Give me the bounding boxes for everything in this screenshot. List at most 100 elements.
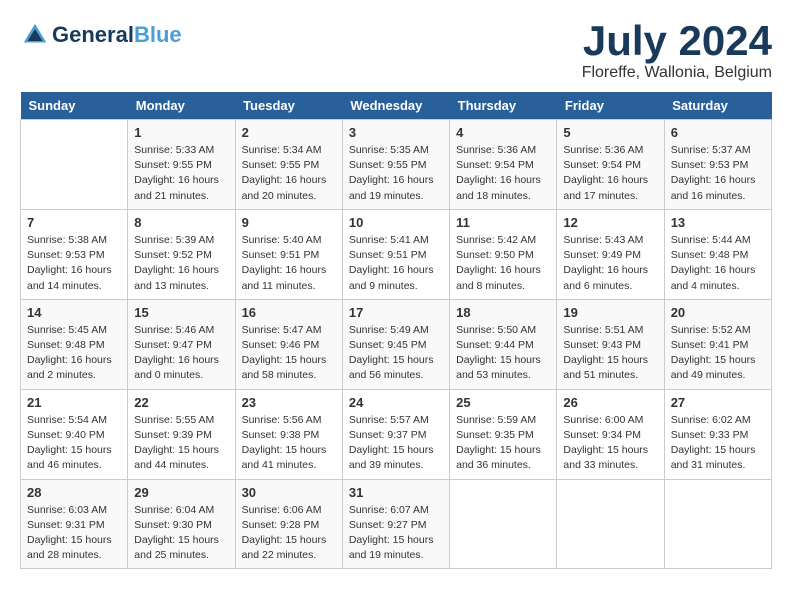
calendar-table: SundayMondayTuesdayWednesdayThursdayFrid… [20,92,772,569]
day-info: Sunrise: 6:03 AM Sunset: 9:31 PM Dayligh… [27,503,121,564]
calendar-cell: 11 Sunrise: 5:42 AM Sunset: 9:50 PM Dayli… [450,209,557,299]
weekday-header-tuesday: Tuesday [235,92,342,120]
logo-icon [20,20,50,50]
calendar-cell: 21 Sunrise: 5:54 AM Sunset: 9:40 PM Dayli… [21,389,128,479]
weekday-header-saturday: Saturday [664,92,771,120]
day-number: 5 [563,125,657,140]
day-info: Sunrise: 5:34 AM Sunset: 9:55 PM Dayligh… [242,143,336,204]
calendar-cell: 10 Sunrise: 5:41 AM Sunset: 9:51 PM Dayli… [342,209,449,299]
day-info: Sunrise: 5:41 AM Sunset: 9:51 PM Dayligh… [349,233,443,294]
day-info: Sunrise: 5:44 AM Sunset: 9:48 PM Dayligh… [671,233,765,294]
location: Floreffe, Wallonia, Belgium [582,64,772,82]
logo: GeneralBlue [20,20,182,50]
day-number: 24 [349,395,443,410]
day-info: Sunrise: 5:42 AM Sunset: 9:50 PM Dayligh… [456,233,550,294]
weekday-header-thursday: Thursday [450,92,557,120]
day-number: 6 [671,125,765,140]
day-number: 31 [349,485,443,500]
weekday-header-wednesday: Wednesday [342,92,449,120]
day-number: 18 [456,305,550,320]
calendar-cell: 29Sunrise: 6:04 AM Sunset: 9:30 PM Dayli… [128,479,235,569]
weekday-header-sunday: Sunday [21,92,128,120]
calendar-week-row: 28 Sunrise: 6:03 AM Sunset: 9:31 PM Dayli… [21,479,772,569]
logo-text: GeneralBlue [52,23,182,47]
day-info: Sunrise: 5:59 AM Sunset: 9:35 PM Dayligh… [456,413,550,474]
day-info: Sunrise: 5:40 AM Sunset: 9:51 PM Dayligh… [242,233,336,294]
day-number: 2 [242,125,336,140]
day-info: Sunrise: 6:02 AM Sunset: 9:33 PM Dayligh… [671,413,765,474]
day-number: 29 [134,485,228,500]
calendar-cell: 18 Sunrise: 5:50 AM Sunset: 9:44 PM Dayli… [450,299,557,389]
day-number: 15 [134,305,228,320]
calendar-cell: 9 Sunrise: 5:40 AM Sunset: 9:51 PM Daylig… [235,209,342,299]
calendar-cell: 3 Sunrise: 5:35 AM Sunset: 9:55 PM Daylig… [342,120,449,210]
day-info: Sunrise: 5:52 AM Sunset: 9:41 PM Dayligh… [671,323,765,384]
calendar-cell: 26 Sunrise: 6:00 AM Sunset: 9:34 PM Dayli… [557,389,664,479]
day-number: 25 [456,395,550,410]
calendar-cell: 16Sunrise: 5:47 AM Sunset: 9:46 PM Dayli… [235,299,342,389]
day-info: Sunrise: 5:36 AM Sunset: 9:54 PM Dayligh… [563,143,657,204]
day-info: Sunrise: 6:06 AM Sunset: 9:28 PM Dayligh… [242,503,336,564]
day-number: 7 [27,215,121,230]
day-info: Sunrise: 5:51 AM Sunset: 9:43 PM Dayligh… [563,323,657,384]
day-info: Sunrise: 5:46 AM Sunset: 9:47 PM Dayligh… [134,323,228,384]
calendar-week-row: 14 Sunrise: 5:45 AM Sunset: 9:48 PM Dayli… [21,299,772,389]
day-info: Sunrise: 5:33 AM Sunset: 9:55 PM Dayligh… [134,143,228,204]
day-info: Sunrise: 5:49 AM Sunset: 9:45 PM Dayligh… [349,323,443,384]
day-info: Sunrise: 5:43 AM Sunset: 9:49 PM Dayligh… [563,233,657,294]
day-number: 26 [563,395,657,410]
day-number: 12 [563,215,657,230]
calendar-cell: 23Sunrise: 5:56 AM Sunset: 9:38 PM Dayli… [235,389,342,479]
day-info: Sunrise: 5:45 AM Sunset: 9:48 PM Dayligh… [27,323,121,384]
day-number: 4 [456,125,550,140]
day-info: Sunrise: 5:57 AM Sunset: 9:37 PM Dayligh… [349,413,443,474]
day-number: 28 [27,485,121,500]
day-info: Sunrise: 5:36 AM Sunset: 9:54 PM Dayligh… [456,143,550,204]
calendar-cell: 27 Sunrise: 6:02 AM Sunset: 9:33 PM Dayli… [664,389,771,479]
calendar-cell: 28 Sunrise: 6:03 AM Sunset: 9:31 PM Dayli… [21,479,128,569]
day-number: 14 [27,305,121,320]
day-number: 3 [349,125,443,140]
day-number: 11 [456,215,550,230]
calendar-cell: 1Sunrise: 5:33 AM Sunset: 9:55 PM Daylig… [128,120,235,210]
calendar-cell: 15 Sunrise: 5:46 AM Sunset: 9:47 PM Dayli… [128,299,235,389]
day-info: Sunrise: 5:55 AM Sunset: 9:39 PM Dayligh… [134,413,228,474]
day-number: 23 [242,395,336,410]
day-number: 8 [134,215,228,230]
day-info: Sunrise: 5:35 AM Sunset: 9:55 PM Dayligh… [349,143,443,204]
day-info: Sunrise: 5:50 AM Sunset: 9:44 PM Dayligh… [456,323,550,384]
day-number: 17 [349,305,443,320]
calendar-week-row: 1Sunrise: 5:33 AM Sunset: 9:55 PM Daylig… [21,120,772,210]
calendar-cell: 12 Sunrise: 5:43 AM Sunset: 9:49 PM Dayli… [557,209,664,299]
day-number: 21 [27,395,121,410]
calendar-cell: 4 Sunrise: 5:36 AM Sunset: 9:54 PM Daylig… [450,120,557,210]
calendar-cell [450,479,557,569]
day-info: Sunrise: 6:07 AM Sunset: 9:27 PM Dayligh… [349,503,443,564]
calendar-cell: 20Sunrise: 5:52 AM Sunset: 9:41 PM Dayli… [664,299,771,389]
calendar-cell [664,479,771,569]
calendar-cell: 5 Sunrise: 5:36 AM Sunset: 9:54 PM Daylig… [557,120,664,210]
day-number: 10 [349,215,443,230]
day-info: Sunrise: 6:00 AM Sunset: 9:34 PM Dayligh… [563,413,657,474]
page-header: GeneralBlue July 2024 Floreffe, Wallonia… [20,20,772,82]
calendar-cell: 17 Sunrise: 5:49 AM Sunset: 9:45 PM Dayli… [342,299,449,389]
day-number: 22 [134,395,228,410]
calendar-cell [21,120,128,210]
calendar-cell: 8Sunrise: 5:39 AM Sunset: 9:52 PM Daylig… [128,209,235,299]
calendar-cell [557,479,664,569]
day-number: 13 [671,215,765,230]
calendar-week-row: 7 Sunrise: 5:38 AM Sunset: 9:53 PM Daylig… [21,209,772,299]
calendar-cell: 25 Sunrise: 5:59 AM Sunset: 9:35 PM Dayli… [450,389,557,479]
day-info: Sunrise: 5:47 AM Sunset: 9:46 PM Dayligh… [242,323,336,384]
day-info: Sunrise: 5:54 AM Sunset: 9:40 PM Dayligh… [27,413,121,474]
month-title: July 2024 [582,20,772,62]
weekday-header-row: SundayMondayTuesdayWednesdayThursdayFrid… [21,92,772,120]
day-info: Sunrise: 5:37 AM Sunset: 9:53 PM Dayligh… [671,143,765,204]
day-info: Sunrise: 5:38 AM Sunset: 9:53 PM Dayligh… [27,233,121,294]
day-number: 9 [242,215,336,230]
calendar-cell: 24 Sunrise: 5:57 AM Sunset: 9:37 PM Dayli… [342,389,449,479]
day-number: 27 [671,395,765,410]
calendar-cell: 19Sunrise: 5:51 AM Sunset: 9:43 PM Dayli… [557,299,664,389]
weekday-header-friday: Friday [557,92,664,120]
title-block: July 2024 Floreffe, Wallonia, Belgium [582,20,772,82]
